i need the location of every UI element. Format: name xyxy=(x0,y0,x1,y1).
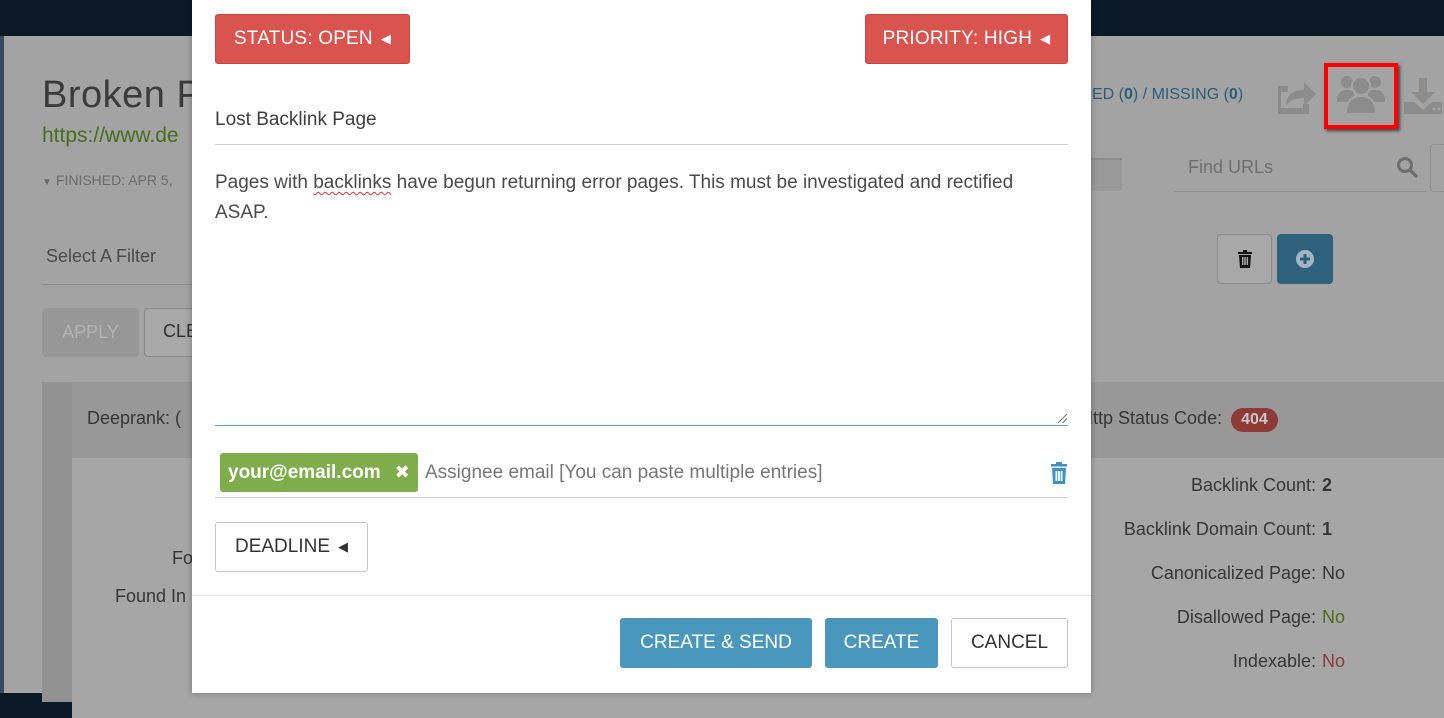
modal-footer-divider xyxy=(192,595,1091,596)
clear-assignees-icon[interactable] xyxy=(1050,462,1068,484)
property-row: Disallowed Page: No xyxy=(1104,602,1404,632)
assignee-tag: your@email.com ✖ xyxy=(220,453,418,492)
add-filter-button[interactable] xyxy=(1277,234,1333,284)
http-status-label: Http Status Code: xyxy=(1080,408,1223,428)
trash-icon xyxy=(1237,250,1252,268)
deeprank-label: Deeprank: ( xyxy=(87,408,182,428)
http-status: Http Status Code: 404 xyxy=(1080,408,1278,432)
description-part: Pages with xyxy=(215,172,314,193)
status-dropdown-button[interactable]: STATUS: OPEN ◀ xyxy=(215,14,410,64)
find-urls-input[interactable] xyxy=(1174,144,1394,190)
task-title-field xyxy=(215,96,1068,145)
priority-dropdown-button[interactable]: PRIORITY: HIGH ◀ xyxy=(865,14,1068,64)
remove-tag-icon[interactable]: ✖ xyxy=(395,462,410,483)
description-text: Pages with backlinks have begun returnin… xyxy=(215,168,1068,228)
share-icon[interactable] xyxy=(1272,76,1316,116)
page-url[interactable]: https://www.de xyxy=(42,124,179,148)
deadline-button[interactable]: DEADLINE ◀ xyxy=(215,522,368,572)
apply-button[interactable]: APPLY xyxy=(42,308,139,357)
find-urls-search xyxy=(1174,144,1426,192)
search-icon[interactable] xyxy=(1396,156,1418,178)
assignee-email-input[interactable] xyxy=(425,453,1025,493)
properties-list: Backlink Count: 2 Backlink Domain Count:… xyxy=(1104,470,1404,690)
property-value: No xyxy=(1322,607,1346,627)
property-label: Disallowed Page: xyxy=(1176,607,1316,627)
finished-toggle[interactable]: ▼ FINISHED: APR 5, xyxy=(42,172,173,188)
misspelled-word: backlinks xyxy=(313,172,392,193)
partial-dropdown[interactable] xyxy=(1430,144,1444,192)
counts-suffix: ) xyxy=(1237,86,1244,103)
property-value: 2 xyxy=(1322,475,1333,495)
cancel-button[interactable]: CANCEL xyxy=(951,618,1068,668)
ignored-count[interactable]: 0 xyxy=(1124,86,1133,103)
http-status-badge: 404 xyxy=(1231,408,1278,432)
property-label: Backlink Domain Count: xyxy=(1123,519,1316,539)
property-row: Backlink Domain Count: 1 xyxy=(1104,514,1404,544)
resize-handle[interactable] xyxy=(1058,414,1067,423)
page-title: Broken P xyxy=(42,74,203,116)
create-button[interactable]: CREATE xyxy=(825,618,938,668)
property-label: Backlink Count: xyxy=(1190,475,1316,495)
counts-prefix: ED ( xyxy=(1092,86,1124,103)
ignored-missing-counts: ED (0) / MISSING (0) xyxy=(1092,86,1243,104)
property-label: Canonicalized Page: xyxy=(1150,563,1316,583)
assignee-email: your@email.com xyxy=(228,461,381,483)
missing-count[interactable]: 0 xyxy=(1229,86,1238,103)
assignee-field: your@email.com ✖ xyxy=(215,450,1068,498)
create-task-modal: STATUS: OPEN ◀ PRIORITY: HIGH ◀ Pages with… xyxy=(192,0,1091,693)
property-value: No xyxy=(1322,563,1346,583)
property-row: Canonicalized Page: No xyxy=(1104,558,1404,588)
users-icon[interactable] xyxy=(1336,72,1386,116)
property-value: No xyxy=(1322,651,1346,671)
caret-left-icon: ◀ xyxy=(338,539,349,554)
found-label-b: Found In xyxy=(115,586,187,606)
counts-mid: ) / MISSING ( xyxy=(1132,86,1229,103)
card-left-bar xyxy=(42,382,72,702)
plus-circle-icon xyxy=(1296,250,1314,268)
priority-label: PRIORITY: HIGH xyxy=(882,28,1033,49)
property-value: 1 xyxy=(1322,519,1333,539)
task-title-input[interactable] xyxy=(215,96,1068,144)
property-row: Indexable: No xyxy=(1104,646,1404,676)
task-description-textarea[interactable]: Pages with backlinks have begun returnin… xyxy=(215,168,1068,426)
property-row: Backlink Count: 2 xyxy=(1104,470,1404,500)
caret-left-icon: ◀ xyxy=(1040,31,1051,46)
found-label-a: Fo xyxy=(172,548,194,568)
caret-down-icon: ▼ xyxy=(42,177,52,188)
download-icon[interactable] xyxy=(1402,76,1444,116)
deadline-label: DEADLINE xyxy=(234,536,331,557)
delete-filter-button[interactable] xyxy=(1217,234,1272,284)
property-label: Indexable: xyxy=(1232,651,1316,671)
finished-label: FINISHED: APR 5, xyxy=(55,172,173,188)
status-label: STATUS: OPEN xyxy=(233,28,373,49)
caret-left-icon: ◀ xyxy=(380,31,392,46)
create-and-send-button[interactable]: CREATE & SEND xyxy=(620,618,812,668)
